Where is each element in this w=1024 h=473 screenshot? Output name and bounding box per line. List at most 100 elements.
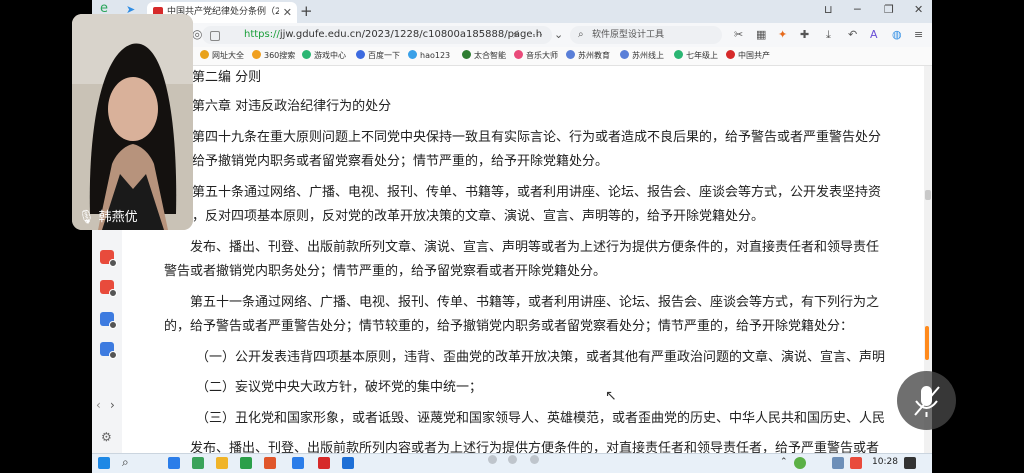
tray-app-icon[interactable] xyxy=(850,457,862,469)
mouse-cursor-icon: ↖ xyxy=(605,388,617,404)
scissors-icon[interactable]: ✂ xyxy=(734,28,743,41)
favicon-shield-icon: ◎ xyxy=(192,27,203,41)
bookmark-icon xyxy=(462,50,471,59)
bookmark-icon xyxy=(514,50,523,59)
menu-icon[interactable]: ≡ xyxy=(914,28,923,41)
taskbar-app-icon[interactable] xyxy=(292,457,304,469)
article-line: 警告或者撤销党内职务处分；情节严重的，给予留党察看或者开除党籍处分。 xyxy=(164,264,607,279)
app-video-icon[interactable] xyxy=(100,280,117,297)
article-line: （三）丑化党和国家形象，或者诋毁、诬蔑党和国家领导人、英雄模范，或者歪曲党的历史… xyxy=(196,411,886,426)
scroll-position-marker[interactable] xyxy=(925,326,929,360)
search-placeholder: 软件原型设计工具 xyxy=(592,30,665,40)
bookmark-icon xyxy=(726,50,735,59)
taskbar-edge-icon[interactable] xyxy=(168,457,180,469)
bookmark-item[interactable]: 百度一下 xyxy=(356,49,400,63)
tray-network-icon[interactable] xyxy=(832,457,844,469)
bookmark-item[interactable]: hao123 xyxy=(408,49,450,63)
address-row: ◎ https://jjw.gdufe.edu.cn/2023/1228/c10… xyxy=(92,23,932,47)
bookmark-item[interactable]: 360搜索 xyxy=(252,49,295,63)
bookmark-item[interactable]: 网址大全 xyxy=(200,49,244,63)
scroll-thumb[interactable] xyxy=(925,190,931,200)
app-pdf-icon[interactable] xyxy=(100,250,117,267)
arrow-right-icon[interactable]: › xyxy=(110,398,115,412)
tab-bar: e ➤ 中国共产党纪律处分条例（20 ✕ + ⊔ ─ ❐ ✕ xyxy=(92,0,932,23)
undo-icon[interactable]: ↶ xyxy=(848,28,857,41)
article-line: 的，给予警告或者严重警告处分；情节较重的，给予撤销党内职务或者留党察看处分；情节… xyxy=(164,319,854,334)
mute-mic-button[interactable] xyxy=(897,371,956,430)
taskbar-app-icon[interactable] xyxy=(264,457,276,469)
chevron-down-icon[interactable]: ⌄ xyxy=(554,28,563,41)
article-line: 给予撤销党内职务或者留党察看处分；情节严重的，给予开除党籍处分。 xyxy=(192,154,609,169)
settings-gear-icon[interactable]: ⚙ xyxy=(101,430,112,444)
article-line: （一）公开发表违背四项基本原则，违背、歪曲党的改革开放决策，或者其他有严重政治问… xyxy=(196,350,886,365)
gesture-dot xyxy=(488,455,497,464)
bookmark-item[interactable]: 音乐大师 xyxy=(514,49,558,63)
gesture-dot xyxy=(508,455,517,464)
tray-chevron-icon[interactable]: ⌃ xyxy=(780,457,788,467)
taskbar-app-icon[interactable] xyxy=(192,457,204,469)
bookmark-item[interactable]: 苏州教育 xyxy=(566,49,610,63)
bookmark-item[interactable]: 七年级上 xyxy=(674,49,718,63)
microphone-icon: 🎙 xyxy=(78,210,95,225)
taskbar-clock[interactable]: 10:28 xyxy=(872,457,898,467)
restore-icon[interactable]: ❐ xyxy=(884,3,894,16)
minimize-icon[interactable]: ─ xyxy=(854,3,861,16)
bookmark-item[interactable]: 苏州线上 xyxy=(620,49,664,63)
taskbar-browser-icon[interactable] xyxy=(240,457,252,469)
chapter-heading: 第六章 对违反政治纪律行为的处分 xyxy=(192,99,392,114)
camera-participant-label: 🎙 韩燕优 xyxy=(78,206,138,225)
participant-name: 韩燕优 xyxy=(98,210,138,225)
mic-muted-icon xyxy=(914,386,940,417)
translate-icon[interactable]: A xyxy=(870,28,878,41)
url-text: https://jjw.gdufe.edu.cn/2023/1228/c1080… xyxy=(244,26,542,44)
screen: e ➤ 中国共产党纪律处分条例（20 ✕ + ⊔ ─ ❐ ✕ ◎ https:/… xyxy=(92,0,932,473)
bookmark-item[interactable]: 太合智能 xyxy=(462,49,506,63)
browser-extension-icon[interactable]: ◍ xyxy=(892,28,902,41)
close-window-icon[interactable]: ✕ xyxy=(914,3,923,16)
bookmark-icon xyxy=(408,50,417,59)
bookmarks-bar: 网址大全 360搜索 游戏中心 百度一下 hao123 太合智能 音乐大师 苏州… xyxy=(92,47,932,66)
app-doc-icon[interactable] xyxy=(100,342,117,359)
article-line: ，反对四项基本原则，反对党的改革开放决策的文章、演说、宣言、声明等的，给予开除党… xyxy=(192,209,765,224)
search-icon: ⌕ xyxy=(578,29,584,40)
bookmark-item[interactable]: 游戏中心 xyxy=(302,49,346,63)
bookmark-icon xyxy=(356,50,365,59)
article-line: 发布、播出、刊登、出版前款所列内容或者为上述行为提供方便条件的，对直接责任者和领… xyxy=(190,441,880,453)
article-line: 第四十九条在重大原则问题上不同党中央保持一致且有实际言论、行为或者造成不良后果的… xyxy=(192,130,882,145)
lightning-icon[interactable]: ⚡ xyxy=(512,28,520,41)
taskbar-folder-icon[interactable] xyxy=(216,457,228,469)
url-bar[interactable]: https://jjw.gdufe.edu.cn/2023/1228/c1080… xyxy=(202,26,552,44)
article-line: 第五十条通过网络、广播、电视、报刊、传单、书籍等，或者利用讲座、论坛、报告会、座… xyxy=(192,185,882,200)
bookmark-icon xyxy=(200,50,209,59)
shirt-icon[interactable]: ⊔ xyxy=(824,3,833,16)
app-mail-icon[interactable] xyxy=(100,312,117,329)
taskbar-meeting-icon[interactable] xyxy=(342,457,354,469)
article-line: 发布、播出、刊登、出版前款所列文章、演说、宣言、声明等或者为上述行为提供方便条件… xyxy=(190,240,880,255)
url-path: jjw.gdufe.edu.cn/2023/1228/c10800a185888… xyxy=(279,29,543,40)
bookmark-icon xyxy=(674,50,683,59)
bookmark-icon xyxy=(620,50,629,59)
bookmark-icon xyxy=(566,50,575,59)
part-heading: 第二编 分则 xyxy=(192,70,262,85)
arrow-left-icon[interactable]: ‹ xyxy=(96,398,101,412)
notification-icon[interactable] xyxy=(904,457,916,469)
bookmark-icon xyxy=(302,50,311,59)
puzzle-icon[interactable]: ✚ xyxy=(800,28,809,41)
bookmark-item[interactable]: 中国共产 xyxy=(726,49,770,63)
grid-icon[interactable]: ▦ xyxy=(756,28,766,41)
bookmark-icon xyxy=(252,50,261,59)
url-prefix: https:// xyxy=(244,29,280,40)
search-box[interactable]: ⌕ 软件原型设计工具 xyxy=(570,26,722,44)
new-tab-button[interactable]: + xyxy=(300,0,313,22)
windows-start-icon[interactable] xyxy=(98,457,110,469)
tray-app-icon[interactable] xyxy=(794,457,806,469)
game-icon[interactable]: ✦ xyxy=(778,28,787,41)
taskbar-search-icon[interactable]: ⌕ xyxy=(122,455,129,470)
more-dots-icon[interactable]: ⋯ xyxy=(532,28,543,41)
tab-close-icon[interactable]: ✕ xyxy=(283,2,292,23)
download-icon[interactable]: ⤓ xyxy=(826,28,831,42)
article-line: （二）妄议党中央大政方针，破坏党的集中统一； xyxy=(196,380,483,395)
taskbar-wps-icon[interactable] xyxy=(318,457,330,469)
camera-video-panel[interactable]: 🎙 韩燕优 xyxy=(72,14,193,230)
article-line: 第五十一条通过网络、广播、电视、报刊、传单、书籍等，或者利用讲座、论坛、报告会、… xyxy=(190,295,880,310)
